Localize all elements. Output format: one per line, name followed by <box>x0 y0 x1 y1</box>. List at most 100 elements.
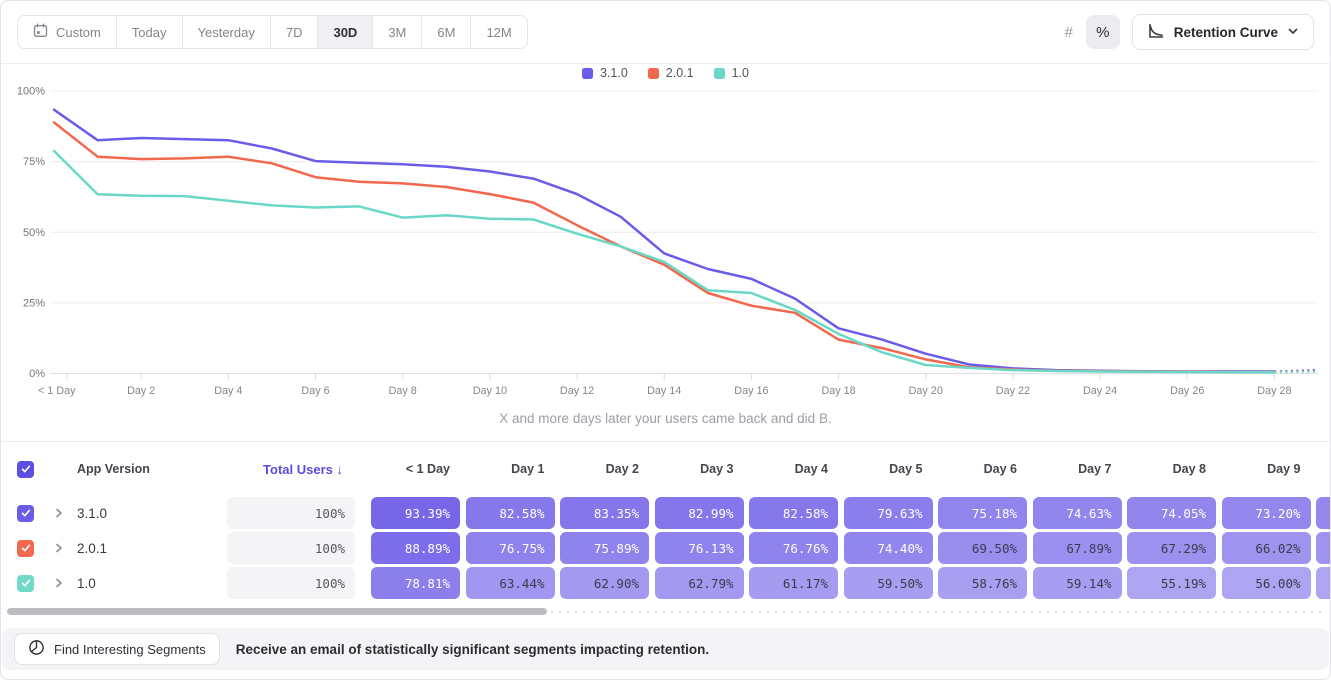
retention-cell[interactable]: 62.90% <box>560 567 649 599</box>
day-column-header: Day 9 <box>1222 462 1311 476</box>
x-axis-label: Day 28 <box>1257 385 1291 397</box>
x-axis-label: Day 8 <box>389 385 417 397</box>
percentages-toggle[interactable]: % <box>1086 15 1120 49</box>
find-interesting-segments-button[interactable]: Find Interesting Segments <box>14 633 220 665</box>
retention-cell[interactable]: 56.00% <box>1222 567 1311 599</box>
retention-cell[interactable]: 76.76% <box>749 532 838 564</box>
day-column-header: Day 4 <box>749 462 838 476</box>
range-button-label: 7D <box>286 25 303 40</box>
table-row-2.0.1: 2.0.1100%88.89%76.75%75.89%76.13%76.76%7… <box>1 532 1330 564</box>
footer-bar: Find Interesting Segments Receive an ema… <box>2 628 1329 670</box>
total-users-header[interactable]: Total Users ↓ <box>227 462 361 477</box>
x-axis-label: Day 22 <box>996 385 1030 397</box>
row-checkbox-2.0.1[interactable] <box>17 540 34 557</box>
retention-cell[interactable]: 82.99% <box>655 497 744 529</box>
row-checkbox-1.0[interactable] <box>17 575 34 592</box>
horizontal-scrollbar <box>7 608 1324 616</box>
app-version-label: 3.1.0 <box>77 506 227 521</box>
legend-swatch <box>582 68 593 79</box>
retention-cell[interactable]: 58.76% <box>938 567 1027 599</box>
retention-cell-partial[interactable] <box>1316 497 1330 529</box>
retention-report: Custom Today Yesterday 7D 30D 3M 6M 12M #% Rete… <box>0 0 1331 680</box>
retention-cell[interactable]: 79.63% <box>844 497 933 529</box>
legend-item-2.0.1[interactable]: 2.0.1 <box>648 66 694 80</box>
expand-chevron-icon[interactable] <box>53 577 71 589</box>
range-button-label: Custom <box>56 25 101 40</box>
retention-cell[interactable]: 61.17% <box>749 567 838 599</box>
retention-cell[interactable]: 78.81% <box>371 567 460 599</box>
series-line-1.0 <box>54 151 1274 373</box>
series-line-dashed-1.0 <box>1274 372 1318 373</box>
retention-cell[interactable]: 73.20% <box>1222 497 1311 529</box>
y-axis-label: 75% <box>23 156 45 168</box>
retention-cell-partial[interactable] <box>1316 567 1330 599</box>
chart-type-dropdown[interactable]: Retention Curve <box>1132 14 1314 50</box>
retention-cell[interactable]: 63.44% <box>466 567 555 599</box>
retention-cell[interactable]: 88.89% <box>371 532 460 564</box>
sort-descending-icon: ↓ <box>337 462 344 477</box>
date-range-group: Custom Today Yesterday 7D 30D 3M 6M 12M <box>17 15 528 49</box>
retention-cell[interactable]: 59.50% <box>844 567 933 599</box>
legend-item-1.0[interactable]: 1.0 <box>714 66 749 80</box>
range-button-6m[interactable]: 6M <box>422 16 471 48</box>
retention-cell[interactable]: 76.75% <box>466 532 555 564</box>
retention-cell[interactable]: 83.35% <box>560 497 649 529</box>
day-column-headers: < 1 DayDay 1Day 2Day 3Day 4Day 5Day 6Day… <box>371 462 1330 476</box>
select-all-checkbox[interactable] <box>17 461 34 478</box>
legend-label: 3.1.0 <box>600 66 628 80</box>
retention-cell-partial[interactable] <box>1316 532 1330 564</box>
retention-cell[interactable]: 55.19% <box>1127 567 1216 599</box>
scrollbar-thumb[interactable] <box>7 608 547 615</box>
range-button-label: 6M <box>437 25 455 40</box>
row-checkbox-3.1.0[interactable] <box>17 505 34 522</box>
day-column-header: Day 1 <box>466 462 555 476</box>
retention-cell[interactable]: 67.29% <box>1127 532 1216 564</box>
retention-cell[interactable]: 69.50% <box>938 532 1027 564</box>
retention-cell[interactable]: 93.39% <box>371 497 460 529</box>
value-mode-toggle: #% <box>1052 15 1120 49</box>
range-button-3m[interactable]: 3M <box>373 16 422 48</box>
retention-cell[interactable]: 82.58% <box>749 497 838 529</box>
retention-cell[interactable]: 76.13% <box>655 532 744 564</box>
range-button-30d[interactable]: 30D <box>318 16 373 48</box>
x-axis-label: Day 14 <box>647 385 681 397</box>
retention-cell[interactable]: 62.79% <box>655 567 744 599</box>
expand-chevron-icon[interactable] <box>53 507 71 519</box>
retention-cell[interactable]: 75.89% <box>560 532 649 564</box>
x-axis-label: Day 20 <box>909 385 943 397</box>
retention-chart: 3.1.02.0.11.0 0%25%50%75%100%< 1 DayDay … <box>1 64 1330 441</box>
retention-cell[interactable]: 82.58% <box>466 497 555 529</box>
retention-cell[interactable]: 74.63% <box>1033 497 1122 529</box>
retention-table: App Version Total Users ↓ < 1 DayDay 1Da… <box>1 441 1330 599</box>
day-column-header: Day 6 <box>938 462 1027 476</box>
footer-message: Receive an email of statistically signif… <box>236 642 709 657</box>
absolute-numbers-toggle[interactable]: # <box>1052 15 1086 49</box>
retention-cell[interactable]: 66.02% <box>1222 532 1311 564</box>
x-axis-label: Day 4 <box>214 385 242 397</box>
range-button-today[interactable]: Today <box>117 16 183 48</box>
range-button-label: Today <box>132 25 167 40</box>
range-button-yesterday[interactable]: Yesterday <box>183 16 271 48</box>
range-button-12m[interactable]: 12M <box>471 16 526 48</box>
retention-cell[interactable]: 67.89% <box>1033 532 1122 564</box>
app-version-label: 2.0.1 <box>77 541 227 556</box>
x-axis-label: Day 26 <box>1170 385 1204 397</box>
table-header-row: App Version Total Users ↓ < 1 DayDay 1Da… <box>1 452 1330 486</box>
retention-cell[interactable]: 74.40% <box>844 532 933 564</box>
legend-item-3.1.0[interactable]: 3.1.0 <box>582 66 628 80</box>
retention-cell[interactable]: 74.05% <box>1127 497 1216 529</box>
day-column-header: Day 7 <box>1033 462 1122 476</box>
app-version-label: 1.0 <box>77 576 227 591</box>
chart-legend: 3.1.0 2.0.1 1.0 <box>1 66 1330 80</box>
range-button-label: 3M <box>388 25 406 40</box>
range-button-7d[interactable]: 7D <box>271 16 319 48</box>
retention-cell[interactable]: 75.18% <box>938 497 1027 529</box>
retention-cell[interactable]: 59.14% <box>1033 567 1122 599</box>
range-button-label: 12M <box>486 25 511 40</box>
app-version-header: App Version <box>77 462 227 476</box>
expand-chevron-icon[interactable] <box>53 542 71 554</box>
table-row-3.1.0: 3.1.0100%93.39%82.58%83.35%82.99%82.58%7… <box>1 497 1330 529</box>
range-button-custom[interactable]: Custom <box>18 16 117 48</box>
retention-curve-icon <box>1147 22 1165 43</box>
table-rows: 3.1.0100%93.39%82.58%83.35%82.99%82.58%7… <box>1 497 1330 599</box>
